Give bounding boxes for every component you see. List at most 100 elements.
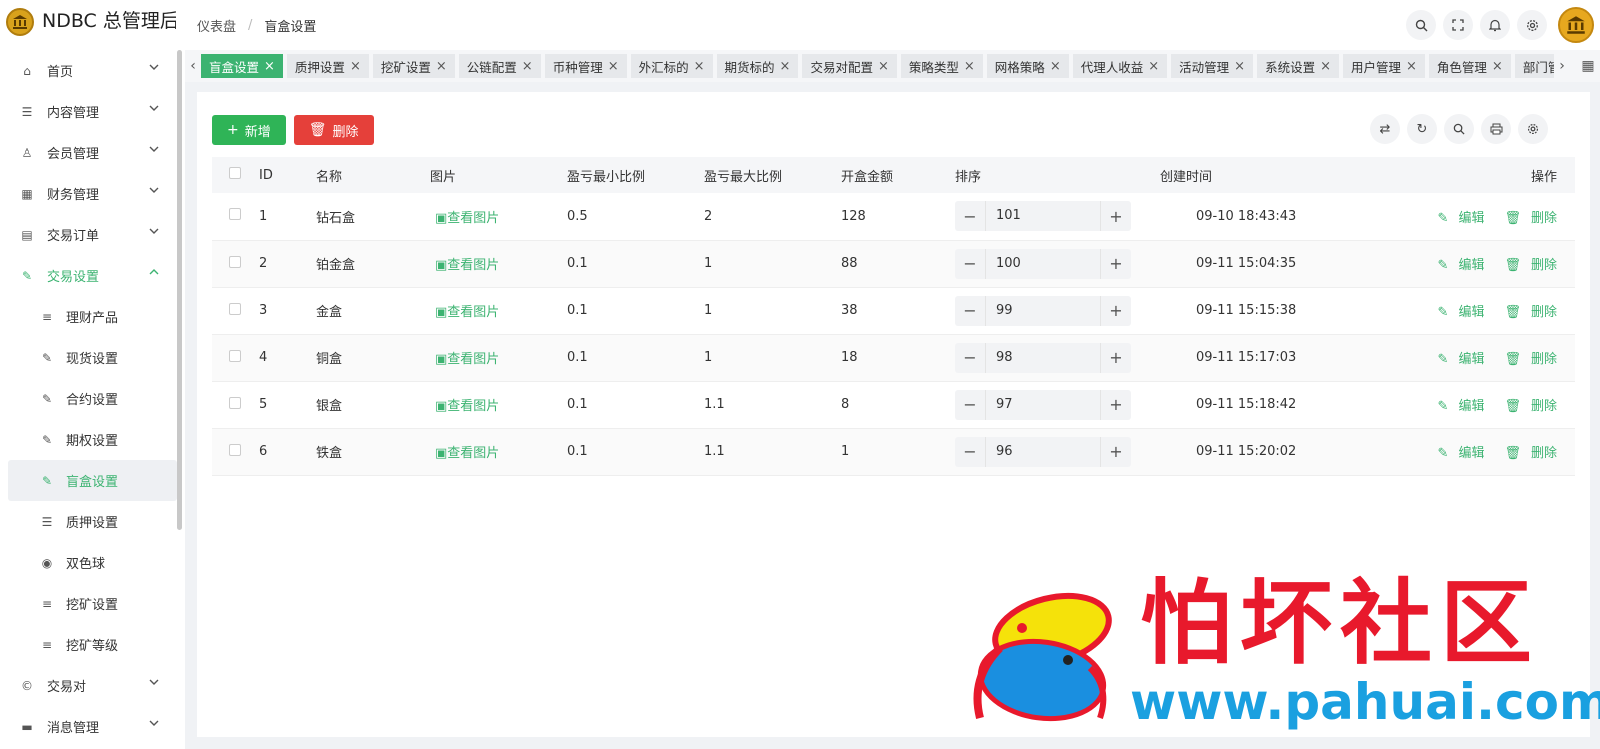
row-delete-button[interactable]: 🗑 删除: [1494, 352, 1557, 367]
tab-item[interactable]: 用户管理 ×: [1342, 54, 1425, 78]
sort-value[interactable]: 98: [985, 342, 1101, 373]
close-icon[interactable]: ×: [1050, 59, 1061, 74]
minus-icon[interactable]: −: [955, 348, 985, 367]
sidebar-item[interactable]: ▦ 财务管理: [0, 173, 185, 214]
sort-stepper[interactable]: −99 +: [955, 295, 1131, 326]
col-sort[interactable]: 排序: [955, 157, 1160, 193]
tab-item[interactable]: 交易对配置 ×: [802, 54, 897, 78]
sort-value[interactable]: 101: [985, 201, 1101, 232]
sort-stepper[interactable]: −98 +: [955, 342, 1131, 373]
sidebar-item[interactable]: ≡ 挖矿设置: [0, 583, 185, 624]
row-checkbox[interactable]: [229, 208, 241, 221]
toggle-columns-button[interactable]: ⇄: [1370, 114, 1400, 144]
sidebar-item[interactable]: ▤ 交易订单: [0, 214, 185, 255]
sidebar-item[interactable]: ◉ 双色球: [0, 542, 185, 583]
plus-icon[interactable]: +: [1101, 301, 1131, 320]
add-button[interactable]: + 新增: [212, 115, 286, 145]
row-delete-button[interactable]: 🗑 删除: [1494, 211, 1557, 226]
close-icon[interactable]: ×: [1148, 59, 1159, 74]
tab-scroll-left-icon[interactable]: ‹: [185, 58, 201, 74]
sidebar-item[interactable]: ☰ 内容管理: [0, 91, 185, 132]
sort-stepper[interactable]: −101 +: [955, 201, 1131, 232]
edit-button[interactable]: ✎ 编辑: [1428, 258, 1485, 273]
close-icon[interactable]: ×: [964, 59, 975, 74]
sort-value[interactable]: 96: [985, 436, 1101, 467]
close-icon[interactable]: ×: [1406, 59, 1417, 74]
plus-icon[interactable]: +: [1101, 348, 1131, 367]
sidebar-item[interactable]: ▬ 消息管理: [0, 706, 185, 747]
row-delete-button[interactable]: 🗑 删除: [1494, 446, 1557, 461]
minus-icon[interactable]: −: [955, 207, 985, 226]
tab-item[interactable]: 期货标的 ×: [716, 54, 799, 78]
minus-icon[interactable]: −: [955, 254, 985, 273]
notification-button[interactable]: [1480, 10, 1510, 40]
close-icon[interactable]: ×: [694, 59, 705, 74]
close-icon[interactable]: ×: [436, 59, 447, 74]
close-icon[interactable]: ×: [608, 59, 619, 74]
table-row[interactable]: 6 铁盒 ▣查看图片 0.1 1.1 1−96 +09-11 15:20:02 ✎ 编辑 🗑 删除: [212, 428, 1575, 476]
view-image-link[interactable]: ▣查看图片: [435, 446, 499, 461]
sidebar-item[interactable]: ⌂ 首页: [0, 50, 185, 91]
row-checkbox[interactable]: [229, 255, 241, 268]
col-min-ratio[interactable]: 盈亏最小比例: [567, 157, 704, 193]
sidebar-item[interactable]: ✎ 期权设置: [0, 419, 185, 460]
close-icon[interactable]: ×: [878, 59, 889, 74]
edit-button[interactable]: ✎ 编辑: [1428, 446, 1485, 461]
select-all-checkbox[interactable]: [229, 167, 241, 179]
close-icon[interactable]: ×: [264, 59, 275, 74]
view-image-link[interactable]: ▣查看图片: [435, 305, 499, 320]
close-icon[interactable]: ×: [1320, 59, 1331, 74]
close-icon[interactable]: ×: [522, 59, 533, 74]
tab-item[interactable]: 公链配置 ×: [458, 54, 541, 78]
tab-item[interactable]: 网格策略 ×: [986, 54, 1069, 78]
col-created[interactable]: 创建时间: [1160, 157, 1320, 193]
row-delete-button[interactable]: 🗑 删除: [1494, 399, 1557, 414]
sort-stepper[interactable]: −96 +: [955, 436, 1131, 467]
sidebar-item[interactable]: ♙ 会员管理: [0, 132, 185, 173]
logo[interactable]: NDBC 总管理后台: [0, 0, 185, 50]
view-image-link[interactable]: ▣查看图片: [435, 258, 499, 273]
tab-item[interactable]: 质押设置 ×: [286, 54, 369, 78]
search-button[interactable]: [1406, 10, 1436, 40]
sidebar-item[interactable]: ≡ 挖矿等级: [0, 624, 185, 665]
sidebar-scrollbar[interactable]: [177, 50, 182, 530]
refresh-button[interactable]: ↻: [1407, 114, 1437, 144]
col-max-ratio[interactable]: 盈亏最大比例: [704, 157, 841, 193]
col-image[interactable]: 图片: [430, 157, 567, 193]
tab-item[interactable]: 代理人收益 ×: [1072, 54, 1168, 78]
close-icon[interactable]: ×: [1492, 59, 1503, 74]
sidebar-item[interactable]: ✎ 合约设置: [0, 378, 185, 419]
table-row[interactable]: 3 金盒 ▣查看图片 0.1 1 38−99 +09-11 15:15:38 ✎ 编辑 🗑 删除: [212, 287, 1575, 335]
col-amount[interactable]: 开盒金额: [841, 157, 955, 193]
edit-button[interactable]: ✎ 编辑: [1428, 399, 1485, 414]
sort-value[interactable]: 97: [985, 389, 1101, 420]
tab-scroll-right-icon[interactable]: ›: [1554, 58, 1570, 74]
table-row[interactable]: 1 钻石盒 ▣查看图片 0.5 2 128−101 +09-10 18:43:43 ✎ 编辑 🗑 删…: [212, 193, 1575, 241]
minus-icon[interactable]: −: [955, 442, 985, 461]
table-row[interactable]: 5 银盒 ▣查看图片 0.1 1.1 8−97 +09-11 15:18:42 ✎ 编辑 🗑 删除: [212, 381, 1575, 429]
close-icon[interactable]: ×: [350, 59, 361, 74]
sidebar-item[interactable]: ✎ 盲盒设置: [8, 460, 177, 501]
edit-button[interactable]: ✎ 编辑: [1428, 211, 1485, 226]
tab-item[interactable]: 活动管理 ×: [1171, 54, 1254, 78]
sidebar-item[interactable]: ≡ 理财产品: [0, 296, 185, 337]
row-checkbox[interactable]: [229, 396, 241, 409]
table-row[interactable]: 2 铂金盒 ▣查看图片 0.1 1 88−100 +09-11 15:04:35 ✎ 编辑 🗑 删除: [212, 240, 1575, 288]
sidebar-item[interactable]: © 交易对: [0, 665, 185, 706]
sort-value[interactable]: 99: [985, 295, 1101, 326]
table-row[interactable]: 4 铜盒 ▣查看图片 0.1 1 18−98 +09-11 15:17:03 ✎ 编辑 🗑 删除: [212, 334, 1575, 382]
tab-item[interactable]: 角色管理 ×: [1428, 54, 1511, 78]
edit-button[interactable]: ✎ 编辑: [1428, 305, 1485, 320]
settings-button[interactable]: [1517, 10, 1547, 40]
close-icon[interactable]: ×: [1234, 59, 1245, 74]
delete-button[interactable]: 🗑 删除: [293, 115, 374, 145]
close-icon[interactable]: ×: [780, 59, 791, 74]
minus-icon[interactable]: −: [955, 395, 985, 414]
sort-stepper[interactable]: −100 +: [955, 248, 1131, 279]
row-delete-button[interactable]: 🗑 删除: [1494, 258, 1557, 273]
fullscreen-button[interactable]: [1443, 10, 1473, 40]
plus-icon[interactable]: +: [1101, 207, 1131, 226]
table-search-button[interactable]: [1444, 114, 1474, 144]
sidebar-item[interactable]: ✎ 交易设置: [0, 255, 185, 296]
view-image-link[interactable]: ▣查看图片: [435, 399, 499, 414]
